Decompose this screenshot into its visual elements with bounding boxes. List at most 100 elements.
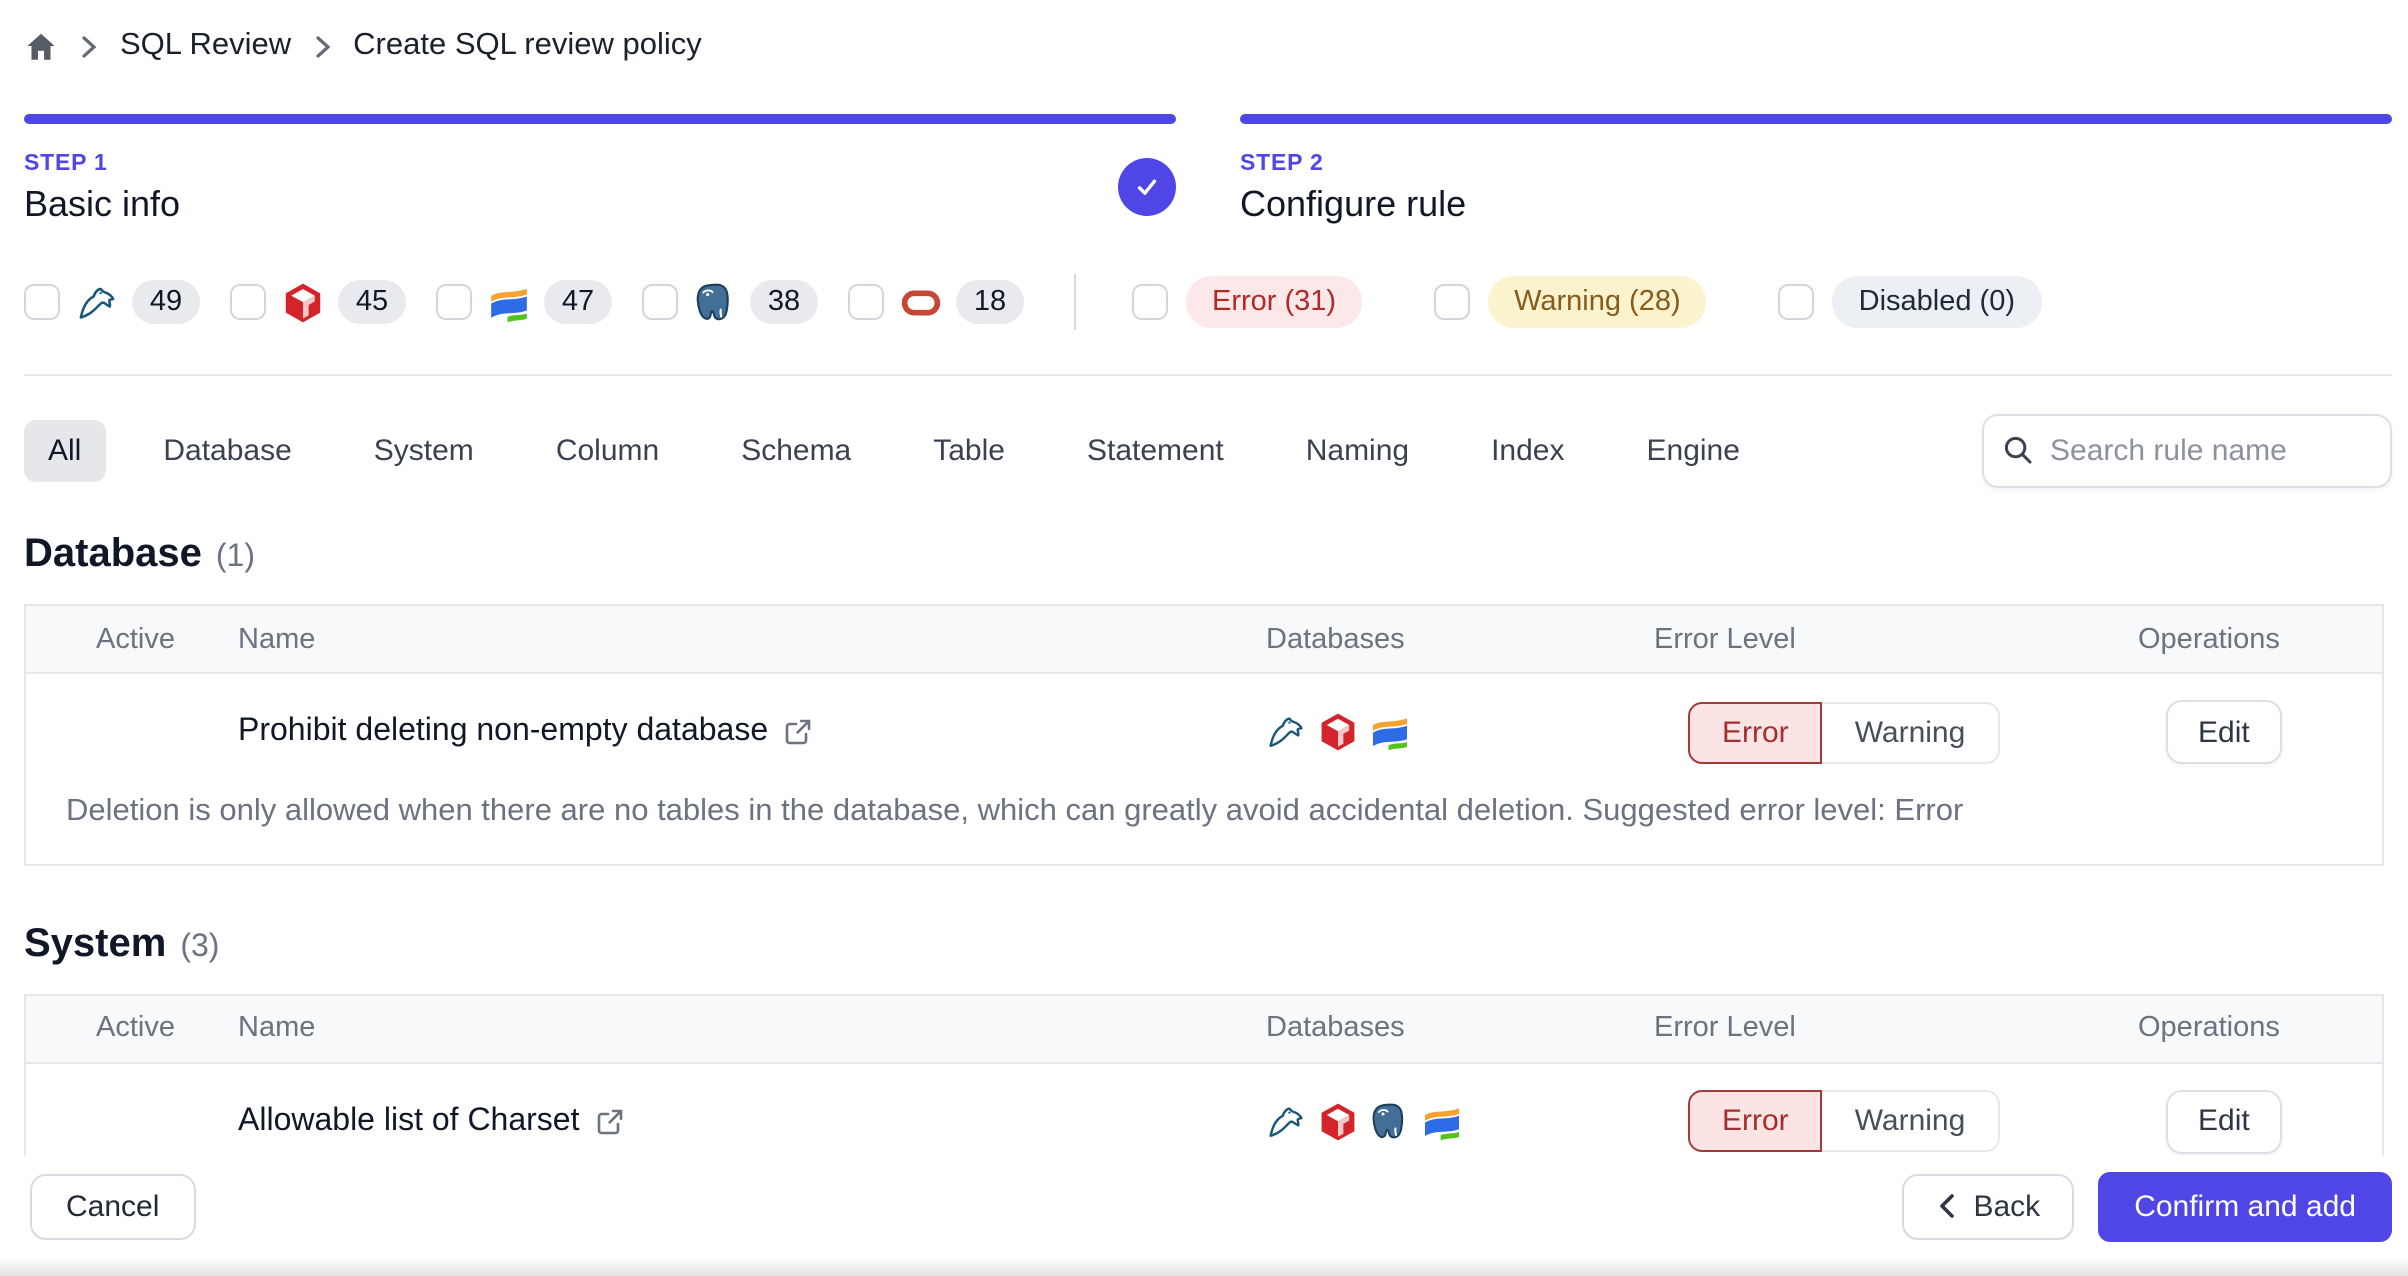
error-level-option-warning[interactable]: Warning xyxy=(1820,701,2000,763)
step-2: STEP 2 Configure rule xyxy=(1240,114,2392,226)
level-filter-disabled: Disabled (0) xyxy=(1778,276,2041,328)
step-1-title: Basic info xyxy=(24,184,181,224)
error-level-segmented-control: Error Warning xyxy=(1688,1090,2000,1153)
level-filter-list: Error (31) Warning (28) Disabled (0) xyxy=(1132,276,2113,328)
engine-filter-checkbox[interactable] xyxy=(642,284,678,320)
section-title: Database xyxy=(24,532,202,576)
engine-filter-mysql: 49 xyxy=(24,280,200,324)
engine-count-badge: 38 xyxy=(750,280,818,324)
mysql-icon xyxy=(1266,1101,1306,1141)
external-link-icon[interactable] xyxy=(784,718,812,746)
tab-list: All Database System Column Schema Table Statem… xyxy=(24,420,1764,482)
bottom-shadow xyxy=(0,1258,2408,1276)
error-level-option-error[interactable]: Error xyxy=(1688,701,1823,763)
tab-label: Column xyxy=(555,434,660,468)
engine-filter-checkbox[interactable] xyxy=(848,284,884,320)
engine-count-badge: 49 xyxy=(132,280,200,324)
step-1-progress-bar xyxy=(24,114,1176,124)
step-1: STEP 1 Basic info xyxy=(24,114,1176,226)
create-sql-review-policy-page: SQL Review Create SQL review policy STEP… xyxy=(0,0,2408,1276)
engine-count-badge: 47 xyxy=(544,280,612,324)
level-filter-checkbox[interactable] xyxy=(1434,284,1471,320)
edit-button[interactable]: Edit xyxy=(2166,1089,2282,1154)
engine-filter-checkbox[interactable] xyxy=(230,284,266,320)
mysql-icon xyxy=(74,280,118,324)
cancel-button[interactable]: Cancel xyxy=(30,1173,196,1239)
rule-name: Allowable list of Charset xyxy=(238,1103,580,1138)
chevron-right-icon xyxy=(80,33,98,59)
step-1-completed-check-icon xyxy=(1118,158,1176,216)
breadcrumb-item-sql-review[interactable]: SQL Review xyxy=(120,28,291,64)
tidb-icon xyxy=(1318,1101,1358,1141)
postgres-icon xyxy=(692,280,736,324)
table-row: Prohibit deleting non-empty database Err… xyxy=(26,674,2382,778)
engine-filter-checkbox[interactable] xyxy=(24,284,60,320)
tab-system[interactable]: System xyxy=(350,420,498,482)
level-filter-badge-warning: Warning (28) xyxy=(1488,276,1707,328)
tab-label: System xyxy=(373,434,474,468)
table-row: Allowable list of Charset Error Warning … xyxy=(26,1063,2382,1167)
engine-filter-list: 49 45 47 38 18 xyxy=(24,280,1054,324)
column-header-active: Active xyxy=(96,623,175,655)
tab-label: Table xyxy=(933,434,1005,468)
tab-label: Index xyxy=(1491,434,1565,468)
rule-databases xyxy=(1266,712,1654,752)
tab-engine[interactable]: Engine xyxy=(1623,420,1764,482)
breadcrumb-item-current: Create SQL review policy xyxy=(353,28,702,62)
back-button[interactable]: Back xyxy=(1901,1173,2075,1239)
tidb-icon xyxy=(280,280,324,324)
engine-filter-tidb: 45 xyxy=(230,280,406,324)
error-level-option-error[interactable]: Error xyxy=(1688,1090,1823,1153)
error-level-option-warning[interactable]: Warning xyxy=(1820,1090,2000,1153)
oceanbase-icon xyxy=(1422,1101,1462,1141)
confirm-and-add-button[interactable]: Confirm and add xyxy=(2098,1171,2392,1241)
tab-label: Engine xyxy=(1646,434,1740,468)
search-box xyxy=(1982,414,2392,488)
tab-all[interactable]: All xyxy=(24,420,106,482)
search-input[interactable] xyxy=(1982,414,2392,488)
section-count: (1) xyxy=(215,540,255,574)
rule-table-database: Active Name Databases Error Level Operat… xyxy=(24,604,2384,866)
tab-naming[interactable]: Naming xyxy=(1282,420,1433,482)
error-level-segmented-control: Error Warning xyxy=(1688,701,2000,763)
tab-database[interactable]: Database xyxy=(139,420,315,482)
step-indicator: STEP 1 Basic info STEP 2 Configure rule xyxy=(24,114,2392,226)
level-filter-checkbox[interactable] xyxy=(1778,284,1815,320)
level-filter-badge-error: Error (31) xyxy=(1186,276,1363,328)
filter-bar: 49 45 47 38 18 Error (31) Warning (28) D… xyxy=(24,272,2392,332)
rule-databases xyxy=(1266,1101,1654,1141)
engine-count-badge: 45 xyxy=(338,280,406,324)
step-2-progress-bar xyxy=(1240,114,2392,124)
chevron-left-icon xyxy=(1935,1192,1955,1220)
oceanbase-icon xyxy=(486,280,530,324)
mysql-icon xyxy=(1266,712,1306,752)
column-header-active: Active xyxy=(96,1012,175,1045)
tab-label: Statement xyxy=(1086,434,1224,468)
edit-button[interactable]: Edit xyxy=(2166,700,2282,764)
section-heading-database: Database (1) xyxy=(24,532,2392,578)
tab-label: All xyxy=(48,434,82,468)
engine-filter-checkbox[interactable] xyxy=(436,284,472,320)
column-header-operations: Operations xyxy=(2138,1012,2280,1045)
tab-index[interactable]: Index xyxy=(1467,420,1588,482)
rule-description: Deletion is only allowed when there are … xyxy=(66,794,1964,828)
column-header-databases: Databases xyxy=(1266,1012,1405,1045)
oceanbase-icon xyxy=(1370,712,1410,752)
column-header-databases: Databases xyxy=(1266,623,1405,655)
tab-statement[interactable]: Statement xyxy=(1063,420,1248,482)
home-icon[interactable] xyxy=(24,29,58,63)
postgres-icon xyxy=(1370,1101,1410,1141)
level-filter-checkbox[interactable] xyxy=(1132,284,1168,320)
step-2-label: STEP 2 xyxy=(1240,152,1324,176)
column-header-error-level: Error Level xyxy=(1654,1012,1796,1045)
tab-table[interactable]: Table xyxy=(909,420,1029,482)
oracle-icon xyxy=(898,280,942,324)
category-tabbar: All Database System Column Schema Table Statem… xyxy=(24,414,2392,488)
tab-column[interactable]: Column xyxy=(532,420,683,482)
step-2-title: Configure rule xyxy=(1240,184,1467,224)
tab-schema[interactable]: Schema xyxy=(717,420,875,482)
tidb-icon xyxy=(1318,712,1358,752)
table-header: Active Name Databases Error Level Operat… xyxy=(26,606,2382,674)
external-link-icon[interactable] xyxy=(596,1107,624,1135)
filter-divider xyxy=(1074,274,1076,330)
